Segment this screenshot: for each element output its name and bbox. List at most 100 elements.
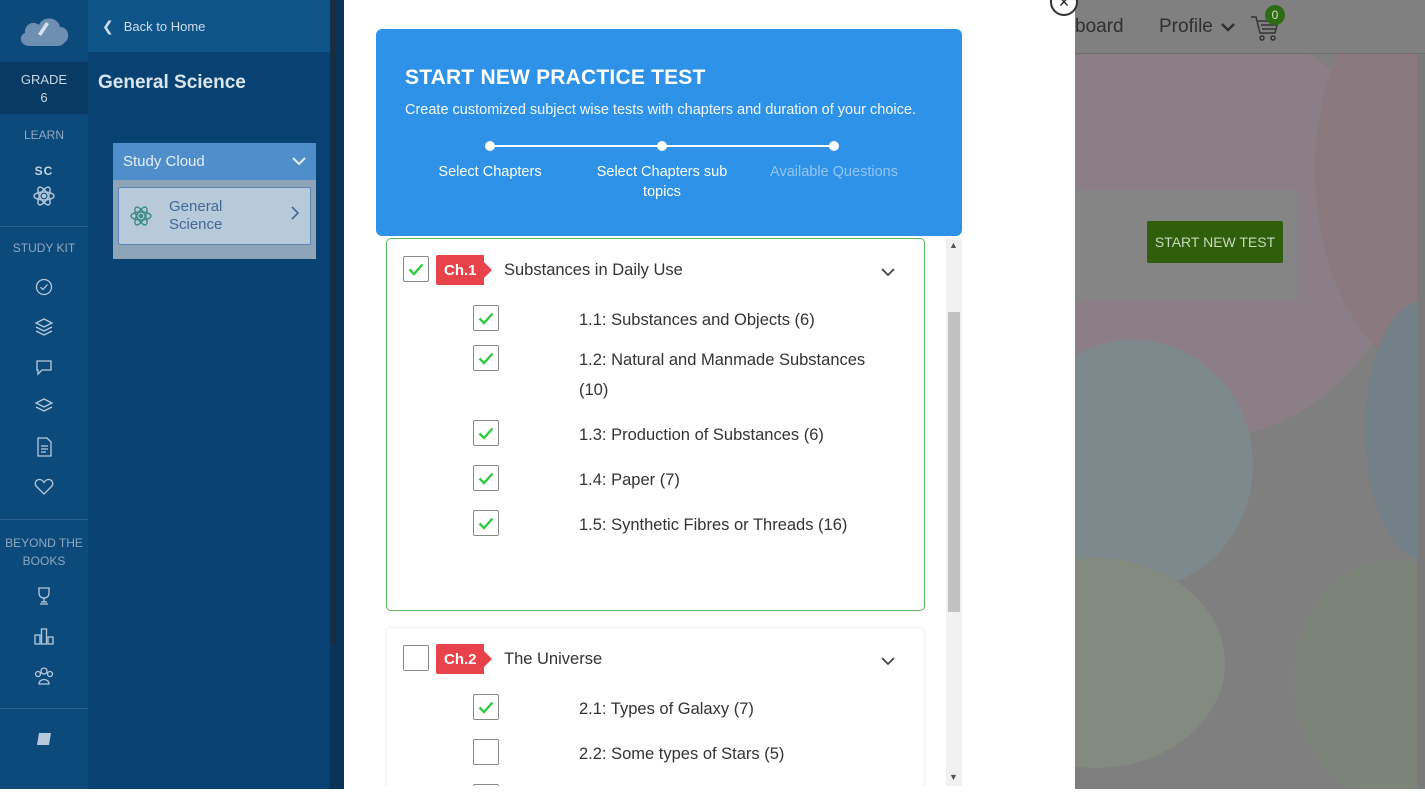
- checkmark-icon: [478, 472, 494, 485]
- chevron-down-icon: [1221, 23, 1235, 32]
- layers-icon[interactable]: [0, 307, 88, 347]
- atom-icon: [130, 206, 152, 226]
- step-select-chapters[interactable]: Select Chapters: [415, 162, 565, 182]
- topic-label: 1.5: Synthetic Fibres or Threads (16): [579, 516, 848, 534]
- step-dot: [829, 141, 839, 151]
- scroll-down-arrow-icon[interactable]: ▼: [949, 772, 958, 782]
- close-icon: ×: [1058, 0, 1070, 12]
- topic-checkbox[interactable]: [473, 345, 499, 371]
- topic-checkbox[interactable]: [473, 739, 499, 765]
- bar-chart-icon[interactable]: [0, 616, 88, 656]
- chevron-down-icon: [292, 157, 306, 166]
- profile-label: Profile: [1159, 16, 1213, 37]
- stack-icon[interactable]: [0, 387, 88, 427]
- checkmark-icon: [478, 517, 494, 530]
- chapter-list-scroll-thumb[interactable]: [948, 312, 960, 612]
- chevron-down-icon[interactable]: [881, 657, 895, 666]
- chapter-number-tag: Ch.1: [436, 255, 492, 285]
- stepper-line: [490, 145, 662, 147]
- trophy-icon[interactable]: [0, 576, 88, 616]
- modal-subtitle: Create customized subject wise tests wit…: [405, 102, 916, 118]
- chapter-checkbox[interactable]: [403, 256, 429, 282]
- checkmark-icon: [478, 427, 494, 440]
- chapter-list-scrollbar[interactable]: ▲ ▼: [946, 238, 962, 786]
- step-select-subtopics[interactable]: Select Chapters sub topics: [587, 162, 737, 202]
- grade-selector[interactable]: GRADE 6: [0, 62, 88, 114]
- learn-heading: LEARN: [23, 128, 64, 142]
- left-rail: GRADE 6 LEARN SC STUDY KIT BEYOND THE BO…: [0, 0, 88, 792]
- study-cloud-dropdown[interactable]: Study Cloud: [113, 143, 316, 180]
- study-cloud-card: Study Cloud General Science: [113, 143, 316, 259]
- back-to-home-link[interactable]: ❮ Back to Home: [88, 0, 332, 52]
- step-dot: [657, 141, 667, 151]
- study-kit-heading: STUDY KIT: [12, 241, 76, 255]
- checkmark-icon: [478, 312, 494, 325]
- topic-label: 1.1: Substances and Objects (6): [579, 311, 815, 329]
- rail-divider: [0, 519, 88, 520]
- chapter-list: Ch.1 Substances in Daily Use 1.1: Substa…: [376, 236, 962, 786]
- background-dashboard: board Profile 0 START NEW TEST: [1075, 0, 1425, 792]
- top-navbar: board Profile 0: [1075, 0, 1425, 54]
- stepper-line: [662, 145, 834, 147]
- chapter-card: Ch.2 The Universe 2.1: Types of Galaxy (…: [386, 627, 925, 786]
- step-dot: [485, 141, 495, 151]
- subject-title: General Science: [98, 72, 246, 93]
- app-logo[interactable]: [0, 0, 88, 62]
- beyond-books-heading: BEYOND THE BOOKS: [5, 536, 83, 568]
- chapter-title: The Universe: [504, 650, 603, 668]
- cloud-logo-icon: [20, 18, 69, 46]
- topic-label: 2.1: Types of Galaxy (7): [579, 700, 754, 718]
- study-cloud-label: Study Cloud: [123, 153, 205, 170]
- topic-label: 1.4: Paper (7): [579, 471, 680, 489]
- topic-checkbox[interactable]: [473, 510, 499, 536]
- subject-item-label: General Science: [169, 198, 223, 233]
- modal-header: START NEW PRACTICE TEST Create customize…: [376, 29, 962, 236]
- rail-divider: [0, 226, 88, 227]
- close-button[interactable]: ×: [1050, 0, 1078, 16]
- topic-label: 2.2: Some types of Stars (5): [579, 745, 785, 763]
- subject-code: SC: [34, 164, 54, 178]
- chapter-number-tag: Ch.2: [436, 644, 492, 674]
- check-circle-icon[interactable]: [0, 267, 88, 307]
- topic-label: 1.3: Production of Substances (6): [579, 426, 824, 444]
- checkmark-icon: [408, 263, 424, 276]
- modal-title: START NEW PRACTICE TEST: [405, 66, 706, 89]
- scroll-up-arrow-icon[interactable]: ▲: [949, 240, 958, 250]
- topic-checkbox[interactable]: [473, 694, 499, 720]
- grade-value: 6: [40, 90, 48, 105]
- topic-checkbox[interactable]: [473, 420, 499, 446]
- page-scrollbar[interactable]: [1417, 54, 1425, 792]
- chevron-down-icon[interactable]: [881, 268, 895, 277]
- profile-menu[interactable]: Profile: [1159, 16, 1235, 38]
- chevron-left-icon: ❮: [102, 17, 114, 34]
- chapter-card: Ch.1 Substances in Daily Use 1.1: Substa…: [386, 238, 925, 611]
- chevron-right-icon: [291, 206, 300, 220]
- start-new-test-button[interactable]: START NEW TEST: [1147, 221, 1283, 263]
- subject-list-item[interactable]: General Science: [118, 187, 311, 245]
- subject-sidebar: ❮ Back to Home General Science Study Clo…: [88, 0, 332, 792]
- chapter-title: Substances in Daily Use: [504, 261, 683, 279]
- decor-circle: [1075, 558, 1225, 768]
- checkmark-icon: [478, 352, 494, 365]
- topic-checkbox[interactable]: [473, 305, 499, 331]
- chat-icon[interactable]: [0, 347, 88, 387]
- heart-icon[interactable]: [0, 467, 88, 507]
- topic-checkbox[interactable]: [473, 784, 499, 786]
- chapter-checkbox[interactable]: [403, 645, 429, 671]
- topic-checkbox[interactable]: [473, 465, 499, 491]
- document-icon[interactable]: [0, 427, 88, 467]
- sidebar-scrollbar[interactable]: [330, 0, 344, 792]
- sidebar-scroll-thumb[interactable]: [331, 0, 336, 644]
- dashboard-link[interactable]: board: [1075, 16, 1124, 38]
- step-available-questions[interactable]: Available Questions: [759, 162, 909, 182]
- cart-count-badge: 0: [1265, 5, 1285, 25]
- decor-circle: [1293, 560, 1425, 792]
- atom-icon[interactable]: [0, 178, 88, 214]
- rail-divider: [0, 708, 88, 709]
- checkmark-icon: [478, 701, 494, 714]
- back-to-home-label: Back to Home: [123, 18, 206, 34]
- book-icon[interactable]: [0, 719, 88, 759]
- grade-label: GRADE: [20, 72, 68, 87]
- practice-test-modal: × START NEW PRACTICE TEST Create customi…: [344, 0, 1078, 792]
- group-icon[interactable]: [0, 656, 88, 696]
